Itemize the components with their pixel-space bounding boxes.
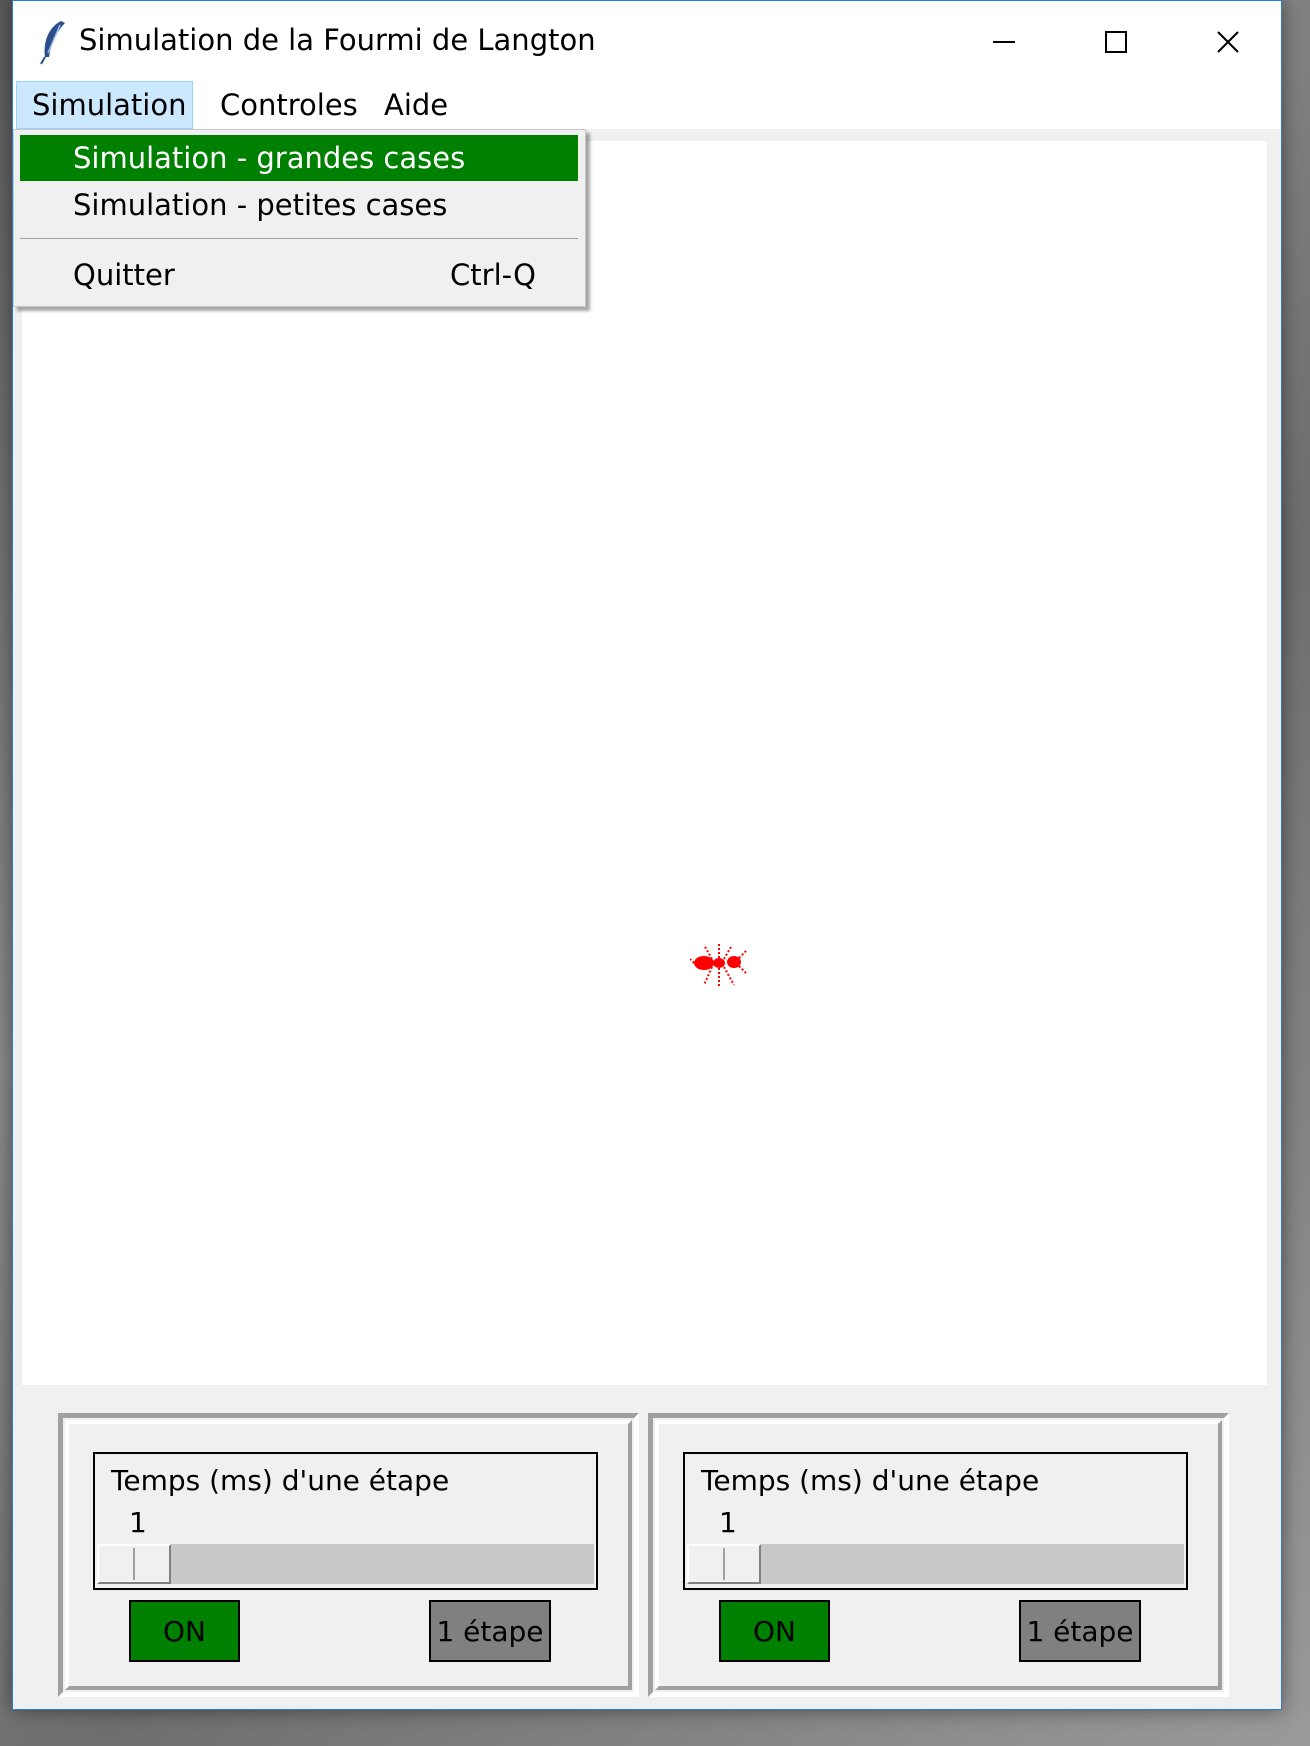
scale-trough[interactable] bbox=[97, 1544, 594, 1584]
menu-item-label: Quitter bbox=[73, 258, 175, 292]
simulation-canvas[interactable] bbox=[22, 141, 1267, 1385]
title-bar[interactable]: Simulation de la Fourmi de Langton bbox=[13, 1, 1281, 81]
menu-item-shortcut: Ctrl-Q bbox=[450, 258, 536, 292]
menu-bar: Simulation Controles Aide bbox=[13, 81, 1281, 129]
control-panel-right: Temps (ms) d'une étape 1 ON 1 étape bbox=[648, 1413, 1229, 1697]
step-button[interactable]: 1 étape bbox=[1019, 1600, 1141, 1662]
scale-thumb[interactable] bbox=[687, 1544, 761, 1584]
close-icon bbox=[1217, 31, 1239, 53]
menu-aide[interactable]: Aide bbox=[369, 81, 463, 129]
scale-thumb[interactable] bbox=[97, 1544, 171, 1584]
scale-label: Temps (ms) d'une étape bbox=[111, 1464, 450, 1497]
scale-value: 1 bbox=[129, 1506, 147, 1539]
menu-item-label: Simulation - grandes cases bbox=[73, 141, 466, 175]
menu-item-quitter[interactable]: Quitter Ctrl-Q bbox=[20, 252, 578, 298]
simulation-dropdown-menu: Simulation - grandes cases Simulation - … bbox=[13, 129, 586, 307]
on-button[interactable]: ON bbox=[719, 1600, 830, 1662]
maximize-button[interactable] bbox=[1061, 7, 1171, 77]
menu-item-grandes-cases[interactable]: Simulation - grandes cases bbox=[20, 135, 578, 181]
step-button[interactable]: 1 étape bbox=[429, 1600, 551, 1662]
speed-scale: Temps (ms) d'une étape 1 bbox=[683, 1452, 1188, 1590]
scale-value: 1 bbox=[719, 1506, 737, 1539]
minimize-icon bbox=[993, 41, 1015, 43]
app-window: Simulation de la Fourmi de Langton Simul… bbox=[12, 0, 1282, 1710]
ant-icon bbox=[690, 943, 747, 987]
close-button[interactable] bbox=[1173, 7, 1283, 77]
menu-separator bbox=[20, 238, 578, 239]
menu-simulation[interactable]: Simulation bbox=[16, 81, 193, 129]
menu-controles[interactable]: Controles bbox=[205, 81, 373, 129]
window-title: Simulation de la Fourmi de Langton bbox=[79, 23, 596, 57]
menu-item-label: Simulation - petites cases bbox=[73, 188, 448, 222]
control-panel-left: Temps (ms) d'une étape 1 ON 1 étape bbox=[58, 1413, 639, 1697]
minimize-button[interactable] bbox=[949, 7, 1059, 77]
feather-icon bbox=[40, 21, 65, 65]
on-button[interactable]: ON bbox=[129, 1600, 240, 1662]
scale-trough[interactable] bbox=[687, 1544, 1184, 1584]
scale-label: Temps (ms) d'une étape bbox=[701, 1464, 1040, 1497]
speed-scale: Temps (ms) d'une étape 1 bbox=[93, 1452, 598, 1590]
maximize-icon bbox=[1105, 31, 1127, 53]
menu-item-petites-cases[interactable]: Simulation - petites cases bbox=[20, 182, 578, 228]
